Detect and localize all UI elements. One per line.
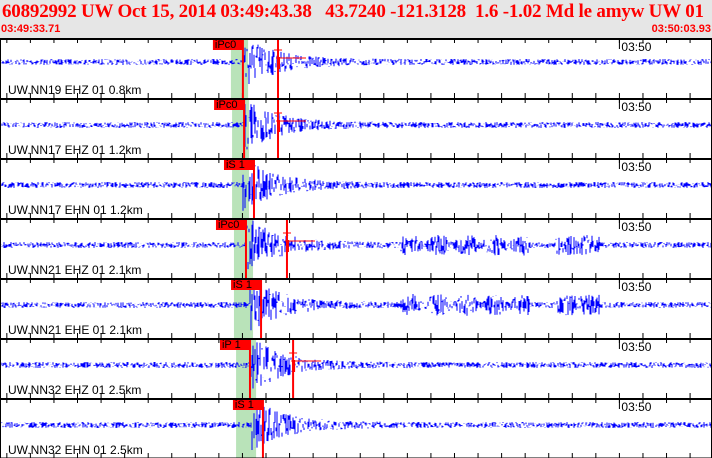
- channel-label: UW.NN32 EHN 01 2.5km: [8, 443, 143, 457]
- channel-panel[interactable]: 03:50 iP 1 UW.NN32 EHZ 01 2.5km: [0, 338, 712, 398]
- minute-label: 03:50: [621, 400, 651, 414]
- pick-label: iPc0: [215, 39, 236, 51]
- minute-label: 03:50: [621, 100, 651, 114]
- minute-label: 03:50: [621, 160, 651, 174]
- channel-panel[interactable]: 03:50 iS 1 UW.NN17 EHN 01 1.2km: [0, 158, 712, 218]
- coda-box: [277, 120, 281, 132]
- minute-label: 03:50: [621, 220, 651, 234]
- channel-label: UW.NN21 EHE 01 2.1km: [8, 323, 142, 337]
- channel-panel[interactable]: 03:50 iS 1 UW.NN21 EHE 01 2.1km: [0, 278, 712, 338]
- waveform-trace: [0, 44, 712, 85]
- channel-label: UW.NN19 EHZ 01 0.8km: [8, 83, 141, 97]
- pick-label: iS 1: [226, 159, 245, 171]
- waveform-trace: [0, 220, 712, 270]
- event-header: 60892992 UW Oct 15, 2014 03:49:43.38 43.…: [0, 0, 712, 38]
- channel-panel[interactable]: 03:50 iPc0 UW.NN19 EHZ 01 0.8km: [0, 38, 712, 98]
- minute-label: 03:50: [621, 40, 651, 54]
- pick-label: iP 1: [222, 339, 241, 351]
- channel-panel[interactable]: 03:50 iPc0 UW.NN17 EHZ 01 1.2km: [0, 98, 712, 158]
- channel-panel[interactable]: 03:50 iS 1 UW.NN32 EHN 01 2.5km: [0, 398, 712, 458]
- pick-label: iS 1: [235, 399, 254, 411]
- window-start-time: 03:49:33.71: [1, 23, 61, 35]
- channel-label: UW.NN17 EHZ 01 1.2km: [8, 143, 141, 157]
- coda-box: [285, 240, 289, 252]
- pick-label: iPc0: [216, 99, 237, 111]
- pick-label: iPc0: [218, 219, 239, 231]
- channel-label: UW.NN17 EHN 01 1.2km: [8, 203, 143, 217]
- channel-label: UW.NN32 EHZ 01 2.5km: [8, 383, 141, 397]
- coda-box: [292, 360, 296, 372]
- pick-label: iS 1: [233, 279, 252, 291]
- minute-label: 03:50: [621, 280, 651, 294]
- seismogram-panels[interactable]: 03:50 iPc0 UW.NN19 EHZ 01 0.8km 03:50 iPc0 UW…: [0, 38, 712, 458]
- window-end-time: 03:50:03.93: [651, 23, 711, 35]
- minute-label: 03:50: [621, 340, 651, 354]
- event-title: 60892992 UW Oct 15, 2014 03:49:43.38 43.…: [2, 1, 712, 22]
- coda-box: [277, 57, 281, 69]
- channel-panel[interactable]: 03:50 iPc0 UW.NN21 EHZ 01 2.1km: [0, 218, 712, 278]
- channel-label: UW.NN21 EHZ 01 2.1km: [8, 263, 141, 277]
